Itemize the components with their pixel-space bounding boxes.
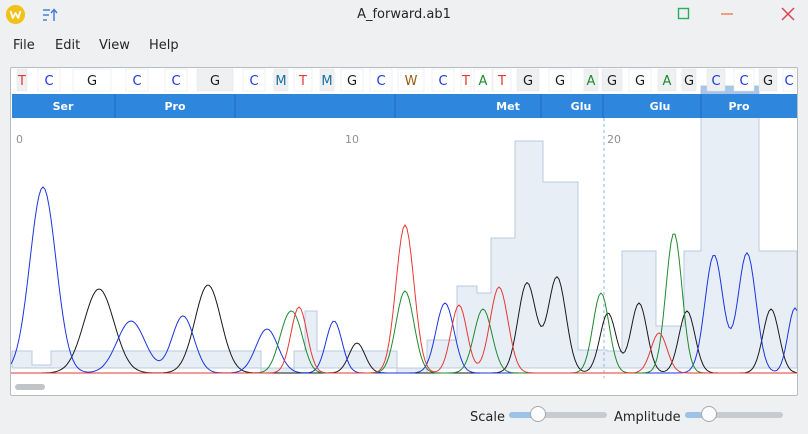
base-call-20[interactable]: G [607,74,617,89]
base-call-2[interactable]: G [87,74,97,89]
chromatogram-canvas[interactable]: T C G C C G C M T M G C W C T A T G G A G G A G C C G CSer Pro Met Glu… [10,68,798,395]
base-call-9[interactable]: M [321,74,332,89]
base-call-0[interactable]: T [17,74,26,89]
translation-bar [12,94,797,118]
menu-help[interactable]: Help [149,38,179,53]
menu-edit[interactable]: Edit [55,38,80,53]
base-call-6[interactable]: C [249,74,258,89]
base-call-24[interactable]: C [711,74,720,89]
base-call-23[interactable]: G [684,74,694,89]
base-call-18[interactable]: G [555,74,565,89]
menu-view[interactable]: View [99,38,130,53]
base-call-1[interactable]: C [44,74,53,89]
close-icon[interactable] [780,6,796,22]
quality-background [11,85,798,374]
base-call-21[interactable]: G [635,74,645,89]
base-call-10[interactable]: G [347,74,357,89]
amplitude-slider-handle[interactable] [701,406,717,422]
ruler-label-1: 10 [345,133,359,146]
base-call-12[interactable]: W [405,74,418,89]
base-call-16[interactable]: T [497,74,506,89]
chromatogram-panel[interactable]: T C G C C G C M T M G C W C T A T G G A G G A G C C G C Ser Pro Met Glu… [10,67,798,396]
title-bar: A_forward.ab1 [0,0,808,31]
status-bar: Scale Amplitude [0,404,808,434]
base-call-7[interactable]: M [275,74,286,89]
menu-file[interactable]: File [13,38,35,53]
ruler-label-0: 0 [16,133,23,146]
base-call-3[interactable]: C [132,74,141,89]
scale-slider[interactable] [509,406,607,422]
base-call-19[interactable]: A [587,74,596,89]
base-call-14[interactable]: T [461,74,470,89]
amino-acid-0: Ser [53,100,74,113]
base-call-17[interactable]: G [523,74,533,89]
base-call-22[interactable]: A [663,74,672,89]
base-call-15[interactable]: A [479,74,488,89]
amplitude-label: Amplitude [614,410,681,425]
menu-bar: File Edit View Help [0,34,808,56]
minimize-icon[interactable] [719,6,735,22]
horizontal-scrollbar[interactable] [15,384,45,390]
amino-acid-4: Glu [650,100,671,113]
scale-label: Scale [470,410,505,425]
amino-acid-5: Pro [728,100,749,113]
scale-slider-handle[interactable] [530,406,546,422]
amino-acid-2: Met [496,100,520,113]
base-call-8[interactable]: T [298,74,307,89]
maximize-icon[interactable] [676,6,692,22]
amplitude-slider[interactable] [685,406,783,422]
base-call-11[interactable]: C [376,74,385,89]
amino-acid-3: Glu [571,100,592,113]
amino-acid-1: Pro [164,100,185,113]
ruler-label-2: 20 [607,133,621,146]
base-call-26[interactable]: G [763,74,773,89]
base-call-13[interactable]: C [438,74,447,89]
base-call-25[interactable]: C [739,74,748,89]
base-call-27[interactable]: C [784,74,793,89]
base-call-4[interactable]: C [171,74,180,89]
base-call-5[interactable]: G [210,74,220,89]
